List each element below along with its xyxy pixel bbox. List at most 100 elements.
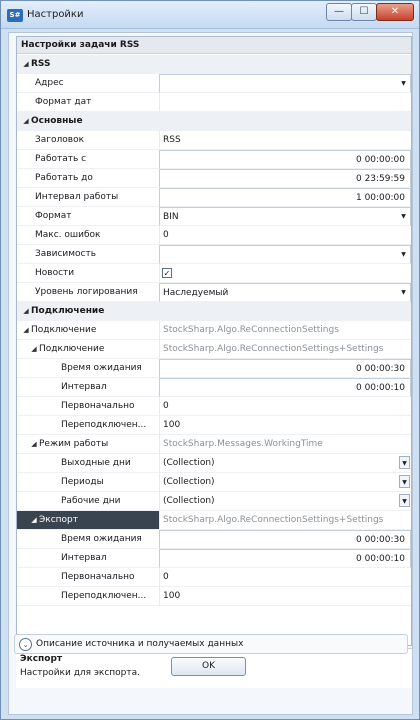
property-name[interactable]: Рабочие дни (17, 492, 159, 511)
property-value[interactable]: ✓ (159, 264, 411, 283)
grid-property-row[interactable]: Рабочие дни (Collection) ▼ (17, 492, 411, 511)
property-value[interactable]: ▼ (159, 245, 411, 264)
category-name[interactable]: ◢ Подключение (17, 302, 411, 321)
grid-property-row[interactable]: Интервал 0 00:00:10 (17, 549, 411, 568)
news-checkbox[interactable]: ✓ (162, 268, 172, 278)
property-value: 0 (159, 226, 411, 245)
grid-property-row[interactable]: Переподключен... 100 (17, 587, 411, 606)
value-text: Наследуемый (163, 288, 229, 298)
grid-property-row[interactable]: Зависимость ▼ (17, 245, 411, 264)
maximize-button[interactable]: ☐ (351, 3, 377, 21)
property-value[interactable]: BIN ▼ (159, 207, 411, 226)
property-value[interactable]: 0 00:00:30 (159, 530, 411, 549)
category-name[interactable]: ◢ Основные (17, 112, 411, 131)
property-value[interactable]: Наследуемый ▼ (159, 283, 411, 302)
property-name[interactable]: Первоначально (17, 568, 159, 587)
grid-property-row[interactable]: Макс. ошибок 0 (17, 226, 411, 245)
grid-property-row[interactable]: ◢ Режим работы StockSharp.Messages.Working… (17, 435, 411, 454)
dropdown-arrow-icon[interactable]: ▼ (399, 456, 410, 469)
grid-property-row[interactable]: Новости ✓ (17, 264, 411, 283)
property-value[interactable]: (Collection) ▼ (159, 473, 411, 492)
property-name[interactable]: Формат (17, 207, 159, 226)
grid-property-row[interactable]: Формат BIN ▼ (17, 207, 411, 226)
grid-property-row[interactable]: Первоначально 0 (17, 568, 411, 587)
value-text: 0 23:59:59 (355, 174, 405, 184)
grid-property-row[interactable]: Работать с 0 00:00:00 (17, 150, 411, 169)
expand-chevron-icon[interactable]: ⌄ (19, 638, 32, 651)
grid-category-row[interactable]: ◢ Основные (17, 112, 411, 131)
property-name[interactable]: Уровень логирования (17, 283, 159, 302)
grid-property-row[interactable]: Время ожидания 0 00:00:30 (17, 359, 411, 378)
property-name[interactable]: Интервал работы (17, 188, 159, 207)
grid-property-row[interactable]: Первоначально 0 (17, 397, 411, 416)
grid-property-row[interactable]: Формат дат (17, 93, 411, 112)
grid-property-row[interactable]: Время ожидания 0 00:00:30 (17, 530, 411, 549)
property-value[interactable]: 0 00:00:00 (159, 150, 411, 169)
property-name[interactable]: Адрес (17, 74, 159, 93)
property-name[interactable]: Периоды (17, 473, 159, 492)
property-name[interactable]: Время ожидания (17, 530, 159, 549)
property-name[interactable]: Работать с (17, 150, 159, 169)
property-value[interactable]: ▼ (159, 74, 411, 93)
dropdown-arrow-icon[interactable]: ▼ (399, 475, 410, 488)
property-name[interactable]: ◢ Подключение (17, 321, 159, 340)
grid-category-row[interactable]: ◢ RSS (17, 55, 411, 74)
collapse-triangle-icon[interactable]: ◢ (21, 112, 31, 131)
close-button[interactable]: ✕ (376, 3, 414, 21)
grid-property-row[interactable]: ◢ Экспорт StockSharp.Algo.ReConnectionSett… (17, 511, 411, 530)
dropdown-arrow-icon[interactable]: ▼ (398, 248, 409, 261)
dropdown-arrow-icon[interactable]: ▼ (398, 286, 409, 299)
grid-property-row[interactable]: Интервал работы 1 00:00:00 (17, 188, 411, 207)
grid-property-row[interactable]: Периоды (Collection) ▼ (17, 473, 411, 492)
property-name[interactable]: Переподключен... (17, 587, 159, 606)
property-value[interactable]: (Collection) ▼ (159, 454, 411, 473)
expand-triangle-icon[interactable]: ◢ (21, 321, 31, 339)
property-name[interactable]: Первоначально (17, 397, 159, 416)
grid-property-row[interactable]: ◢ Подключение StockSharp.Algo.ReConnection… (17, 321, 411, 340)
title-bar[interactable]: S# Настройки — ☐ ✕ (1, 1, 419, 29)
grid-property-row[interactable]: Уровень логирования Наследуемый ▼ (17, 283, 411, 302)
property-label: Заголовок (35, 135, 85, 145)
property-value[interactable]: 0 00:00:10 (159, 549, 411, 568)
category-name[interactable]: ◢ RSS (17, 55, 411, 74)
property-label: Зависимость (35, 249, 97, 259)
dropdown-arrow-icon[interactable]: ▼ (398, 77, 409, 90)
grid-property-row[interactable]: Выходные дни (Collection) ▼ (17, 454, 411, 473)
grid-property-row[interactable]: Заголовок RSS (17, 131, 411, 150)
grid-property-row[interactable]: Переподключен... 100 (17, 416, 411, 435)
grid-property-row[interactable]: ◢ Подключение StockSharp.Algo.ReConnection… (17, 340, 411, 359)
property-name[interactable]: ◢ Экспорт (17, 511, 159, 530)
property-value[interactable]: 1 00:00:00 (159, 188, 411, 207)
property-name[interactable]: Формат дат (17, 93, 159, 112)
property-name[interactable]: Заголовок (17, 131, 159, 150)
property-name[interactable]: Переподключен... (17, 416, 159, 435)
collapse-triangle-icon[interactable]: ◢ (21, 302, 31, 321)
property-name[interactable]: Интервал (17, 549, 159, 568)
property-name[interactable]: Время ожидания (17, 359, 159, 378)
property-name[interactable]: ◢ Подключение (17, 340, 159, 359)
grid-property-row[interactable]: Интервал 0 00:00:10 (17, 378, 411, 397)
expand-triangle-icon[interactable]: ◢ (29, 340, 39, 358)
property-name[interactable]: Интервал (17, 378, 159, 397)
property-value[interactable]: (Collection) ▼ (159, 492, 411, 511)
property-name[interactable]: ◢ Режим работы (17, 435, 159, 454)
collapse-triangle-icon[interactable]: ◢ (21, 55, 31, 74)
property-name[interactable]: Работать до (17, 169, 159, 188)
dropdown-arrow-icon[interactable]: ▼ (398, 210, 409, 223)
property-name[interactable]: Макс. ошибок (17, 226, 159, 245)
property-value[interactable]: 0 00:00:10 (159, 378, 411, 397)
source-description-expander[interactable]: ⌄ Описание источника и получаемых данных (14, 634, 408, 654)
grid-category-row[interactable]: ◢ Подключение (17, 302, 411, 321)
expand-triangle-icon[interactable]: ◢ (29, 511, 39, 529)
property-value[interactable]: 0 00:00:30 (159, 359, 411, 378)
grid-property-row[interactable]: Адрес ▼ (17, 74, 411, 93)
minimize-button[interactable]: — (326, 3, 352, 21)
property-name[interactable]: Новости (17, 264, 159, 283)
expand-triangle-icon[interactable]: ◢ (29, 435, 39, 453)
ok-button[interactable]: OK (171, 657, 246, 676)
property-value[interactable]: 0 23:59:59 (159, 169, 411, 188)
property-name[interactable]: Зависимость (17, 245, 159, 264)
grid-property-row[interactable]: Работать до 0 23:59:59 (17, 169, 411, 188)
dropdown-arrow-icon[interactable]: ▼ (399, 494, 410, 507)
property-name[interactable]: Выходные дни (17, 454, 159, 473)
